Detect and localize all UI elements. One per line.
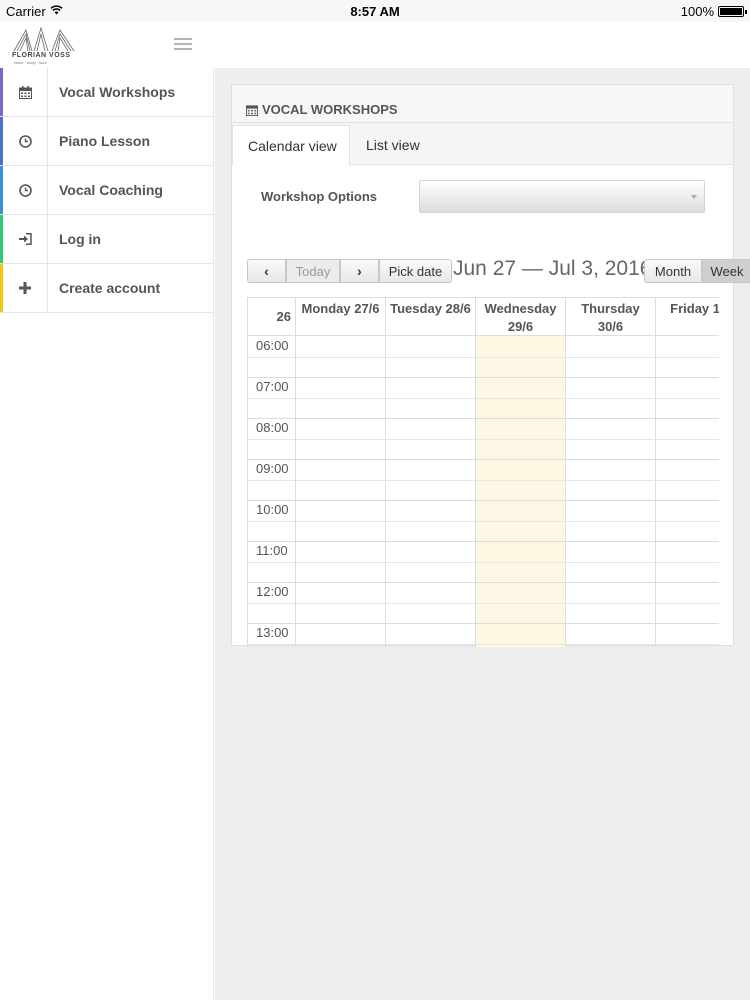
day-header-line: Wednesday <box>484 301 557 316</box>
calendar-body: 06:00 07:00 08:00 09:00 10:00 11:00 12:0… <box>248 336 719 647</box>
sidebar-item-label: Piano Lesson <box>59 133 151 149</box>
battery-percent: 100% <box>680 4 714 19</box>
time-label: 11:00 <box>256 543 288 558</box>
workshop-options-select[interactable] <box>419 180 705 213</box>
sidebar-item-vocal-coaching[interactable]: Vocal Coaching <box>0 166 213 215</box>
sidebar-item-log-in[interactable]: Log in <box>0 215 213 264</box>
sidebar-item-create-account[interactable]: Create account <box>0 264 213 313</box>
time-label: 08:00 <box>256 420 289 435</box>
month-view-button[interactable]: Month <box>644 259 702 283</box>
slot-line <box>248 521 719 522</box>
workshops-panel: VOCAL WORKSHOPS Calendar view List view … <box>231 84 750 647</box>
next-week-button[interactable]: › <box>340 259 379 283</box>
day-header-line: Thursday <box>581 301 640 316</box>
pick-date-button[interactable]: Pick date <box>379 259 452 283</box>
week-calendar: 26 Monday 27/6 Tuesday 28/6 Wednesday 29/… <box>247 297 719 647</box>
day-header-wednesday: Wednesday 29/6 <box>476 298 566 336</box>
slot-line <box>248 541 719 542</box>
panel-title: VOCAL WORKSHOPS <box>262 102 398 117</box>
day-column-monday[interactable] <box>296 336 386 647</box>
chevron-left-icon: ‹ <box>264 263 269 279</box>
prev-week-button[interactable]: ‹ <box>247 259 286 283</box>
time-label: 13:00 <box>256 625 289 640</box>
day-header-tuesday: Tuesday 28/6 <box>386 298 476 336</box>
sign-in-icon <box>3 215 48 263</box>
slot-line <box>248 459 719 460</box>
time-label: 06:00 <box>256 338 289 353</box>
plus-icon <box>3 264 48 312</box>
sidebar-item-label: Vocal Coaching <box>59 182 163 198</box>
slot-line <box>248 418 719 419</box>
clock-icon <box>3 166 48 214</box>
day-column-tuesday[interactable] <box>386 336 476 647</box>
calendar-header-row: 26 Monday 27/6 Tuesday 28/6 Wednesday 29/… <box>248 298 719 336</box>
clock-icon <box>3 117 48 165</box>
day-column-friday[interactable] <box>656 336 719 647</box>
calendar-toolbar: ‹ Today › Pick date Jun 27 — Jul 3, 2016… <box>247 257 750 283</box>
time-label: 12:00 <box>256 584 289 599</box>
chevron-down-icon <box>691 195 697 199</box>
menu-toggle-icon[interactable] <box>174 38 192 52</box>
tab-list-view[interactable]: List view <box>366 125 420 165</box>
day-header-line: 29/6 <box>507 319 534 334</box>
day-header-line: 30/6 <box>597 319 624 334</box>
slot-line <box>248 480 719 481</box>
logo[interactable]: FLORIAN VOSS voice · body · soul <box>12 26 80 66</box>
workshop-options-row: Workshop Options <box>232 165 733 221</box>
slot-line <box>248 562 719 563</box>
slot-line <box>248 377 719 378</box>
day-column-thursday[interactable] <box>566 336 656 647</box>
day-header-line: Friday 1/7 <box>670 301 719 316</box>
week-view-button[interactable]: Week <box>702 259 750 283</box>
sidebar: Vocal Workshops Piano Lesson Vocal Coach… <box>0 68 214 1000</box>
sidebar-item-vocal-workshops[interactable]: Vocal Workshops <box>0 68 213 117</box>
main-content: VOCAL WORKSHOPS Calendar view List view … <box>215 68 750 1000</box>
day-header-friday: Friday 1/7 <box>656 298 719 336</box>
sidebar-item-label: Log in <box>59 231 101 247</box>
sidebar-item-label: Vocal Workshops <box>59 84 176 100</box>
calendar-icon <box>3 68 48 116</box>
logo-tagline: voice · body · soul <box>14 60 47 65</box>
slot-line <box>248 398 719 399</box>
slot-line <box>248 439 719 440</box>
app-header: FLORIAN VOSS voice · body · soul <box>0 22 750 68</box>
slot-line <box>248 357 719 358</box>
logo-mark-icon <box>13 26 75 52</box>
time-label: 10:00 <box>256 502 289 517</box>
status-bar: Carrier 8:57 AM 100% <box>0 0 750 22</box>
tab-calendar-view[interactable]: Calendar view <box>232 125 350 166</box>
day-header-monday: Monday 27/6 <box>296 298 386 336</box>
time-column: 06:00 07:00 08:00 09:00 10:00 11:00 12:0… <box>248 336 296 647</box>
slot-line <box>248 623 719 624</box>
workshop-options-label: Workshop Options <box>261 189 378 204</box>
clock-time: 8:57 AM <box>350 4 400 19</box>
slot-line <box>248 644 719 645</box>
week-number: 26 <box>248 298 296 336</box>
time-label: 09:00 <box>256 461 289 476</box>
day-column-wednesday[interactable] <box>476 336 566 647</box>
panel-header: VOCAL WORKSHOPS <box>232 85 733 123</box>
day-header-thursday: Thursday 30/6 <box>566 298 656 336</box>
today-button[interactable]: Today <box>286 259 340 283</box>
slot-line <box>248 603 719 604</box>
day-header-line: Tuesday 28/6 <box>390 301 471 316</box>
view-tabs: Calendar view List view <box>232 123 733 166</box>
date-range-title: Jun 27 — Jul 3, 2016 <box>453 257 652 280</box>
sidebar-item-label: Create account <box>59 280 161 296</box>
battery-icon <box>718 6 747 17</box>
day-header-line: Monday 27/6 <box>301 301 380 316</box>
slot-line <box>248 582 719 583</box>
sidebar-item-piano-lesson[interactable]: Piano Lesson <box>0 117 213 166</box>
calendar-icon <box>246 104 258 116</box>
logo-name: FLORIAN VOSS <box>12 52 71 59</box>
chevron-right-icon: › <box>357 263 362 279</box>
time-label: 07:00 <box>256 379 289 394</box>
slot-line <box>248 500 719 501</box>
